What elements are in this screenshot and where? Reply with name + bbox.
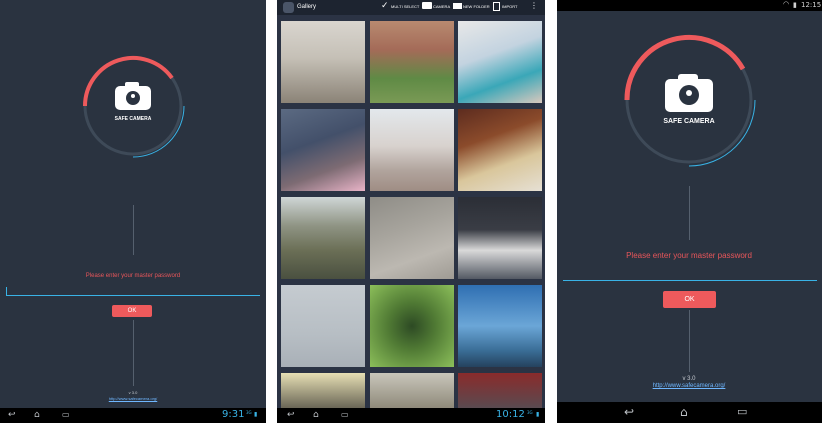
camera-icon[interactable] <box>422 2 432 9</box>
gallery-thumbnail[interactable] <box>370 197 454 279</box>
app-name: SAFE CAMERA <box>114 116 152 122</box>
ok-button[interactable]: OK <box>112 305 152 317</box>
divider-bottom <box>689 310 690 372</box>
gallery-thumbnail[interactable] <box>281 109 365 191</box>
import-button[interactable]: IMPORT <box>502 4 517 9</box>
status-clock: 9:31 <box>222 409 245 420</box>
divider-top <box>133 205 134 255</box>
version-label: v 3.0 <box>128 390 138 395</box>
recents-icon[interactable]: ▭ <box>62 410 70 419</box>
system-navbar: ↩ ⌂ ▭ 10:12 3G ▮ <box>277 408 545 423</box>
divider-bottom <box>133 320 134 386</box>
website-link[interactable]: http://www.safecamera.org/ <box>629 383 749 389</box>
back-icon[interactable]: ↩ <box>8 410 16 420</box>
back-icon[interactable]: ↩ <box>624 405 634 419</box>
gallery-thumbnail[interactable] <box>370 21 454 103</box>
gallery-thumbnail[interactable] <box>370 373 454 408</box>
system-navbar: ↩ ⌂ ▭ <box>557 402 822 423</box>
status-clock: 10:12 <box>496 409 525 420</box>
camera-lock-icon <box>665 74 713 112</box>
camera-lock-icon <box>115 82 151 110</box>
import-icon[interactable] <box>493 2 500 11</box>
password-field-edge <box>6 287 7 295</box>
new-folder-button[interactable]: NEW FOLDER <box>463 4 490 9</box>
password-prompt: Please enter your master password <box>626 251 752 260</box>
website-link[interactable]: http://www.safecamera.org/ <box>83 396 183 401</box>
password-field[interactable] <box>563 280 817 281</box>
recents-icon[interactable]: ▭ <box>737 405 747 418</box>
gallery-thumbnail[interactable] <box>281 285 365 367</box>
gallery-thumbnail[interactable] <box>458 285 542 367</box>
recents-icon[interactable]: ▭ <box>341 410 349 419</box>
gallery-thumbnail[interactable] <box>281 197 365 279</box>
gallery-thumbnail[interactable] <box>370 285 454 367</box>
home-icon[interactable]: ⌂ <box>680 405 688 419</box>
home-icon[interactable]: ⌂ <box>313 410 319 420</box>
app-icon <box>283 2 294 13</box>
battery-icon: ▮ <box>254 411 258 418</box>
divider-top <box>689 186 690 240</box>
login-screen-left: SAFE CAMERA Please enter your master pas… <box>0 0 266 423</box>
checkmark-icon[interactable]: ✓ <box>381 1 389 11</box>
gallery-thumbnail[interactable] <box>458 21 542 103</box>
gallery-thumbnail[interactable] <box>370 109 454 191</box>
back-icon[interactable]: ↩ <box>287 410 295 420</box>
action-bar: Gallery ✓ MULTI SELECT CAMERA NEW FOLDER… <box>277 0 545 15</box>
system-navbar: ↩ ⌂ ▭ 9:31 3G ▮ <box>0 408 266 423</box>
version-label: v 3.0 <box>682 376 696 382</box>
app-name: SAFE CAMERA <box>663 118 715 125</box>
login-screen-right: ◠ ▮ 12:15 SAFE CAMERA Please enter your … <box>557 0 822 423</box>
overflow-menu-icon[interactable]: ⋮ <box>530 1 538 10</box>
gallery-thumbnail[interactable] <box>458 109 542 191</box>
signal-label: 3G <box>246 410 252 415</box>
gallery-thumbnail[interactable] <box>281 21 365 103</box>
folder-icon[interactable] <box>453 3 462 9</box>
gallery-title: Gallery <box>297 4 317 10</box>
ok-button[interactable]: OK <box>663 291 716 308</box>
password-field[interactable] <box>6 295 260 296</box>
camera-button[interactable]: CAMERA <box>433 4 450 9</box>
gallery-thumbnail[interactable] <box>458 373 542 408</box>
gallery-thumbnail[interactable] <box>458 197 542 279</box>
battery-icon: ▮ <box>536 411 540 418</box>
password-prompt: Please enter your master password <box>85 273 181 279</box>
signal-label: 3G <box>527 410 533 415</box>
home-icon[interactable]: ⌂ <box>34 410 40 420</box>
gallery-thumbnail[interactable] <box>281 373 365 408</box>
gallery-screen: Gallery ✓ MULTI SELECT CAMERA NEW FOLDER… <box>277 0 545 423</box>
multi-select-button[interactable]: MULTI SELECT <box>391 4 419 9</box>
